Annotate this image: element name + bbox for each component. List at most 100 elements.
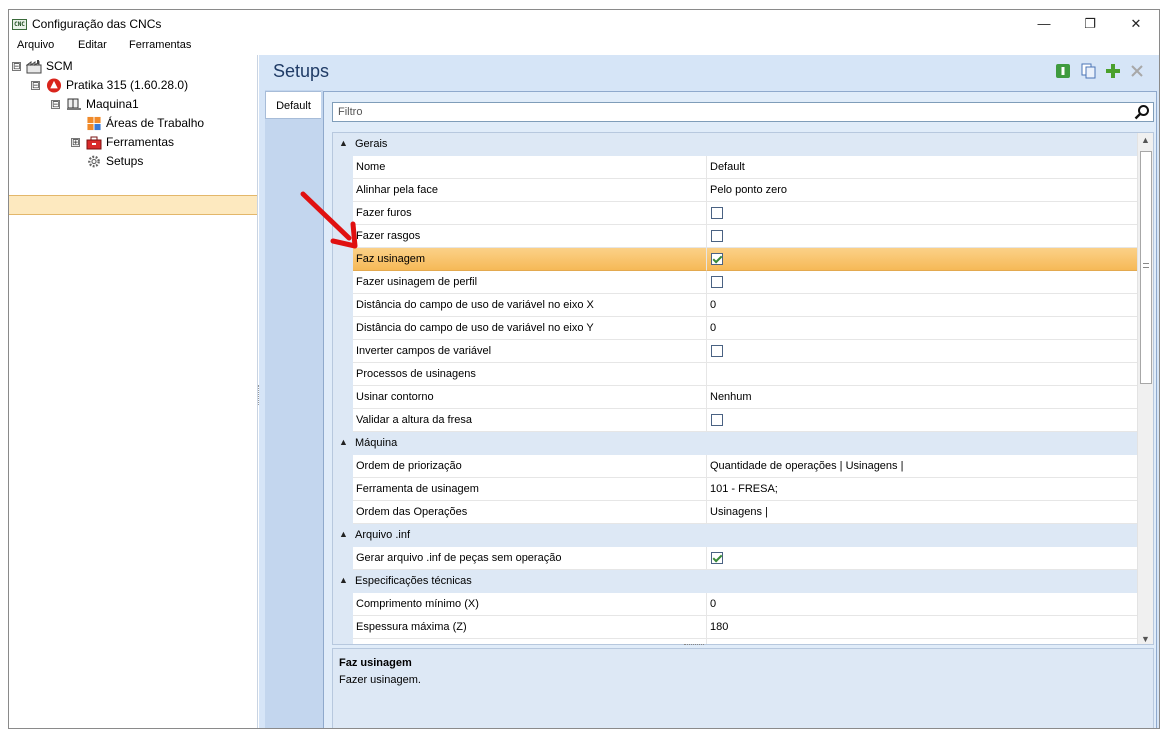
- property-value[interactable]: Pelo ponto zero: [707, 179, 1139, 202]
- property-name: Alinhar pela face: [353, 179, 707, 202]
- app-icon: CNC: [12, 19, 27, 30]
- checkbox[interactable]: [711, 414, 723, 426]
- property-value[interactable]: [707, 248, 1139, 271]
- row-gutter: [333, 501, 353, 524]
- checkbox[interactable]: [711, 207, 723, 219]
- property-name: Ordem de priorização: [353, 455, 707, 478]
- tree-node-areas[interactable]: Áreas de Trabalho: [9, 114, 257, 133]
- property-row[interactable]: Fazer rasgos: [333, 225, 1139, 248]
- property-value[interactable]: [707, 639, 1139, 644]
- property-name: Inverter campos de variável: [353, 340, 707, 363]
- property-value[interactable]: 0: [707, 294, 1139, 317]
- collapse-icon[interactable]: ⊟: [31, 81, 40, 90]
- property-value[interactable]: [707, 340, 1139, 363]
- row-gutter: [333, 294, 353, 317]
- property-value[interactable]: [707, 225, 1139, 248]
- property-row[interactable]: Fazer furos: [333, 202, 1139, 225]
- menu-arquivo[interactable]: Arquivo: [17, 39, 54, 51]
- tree-node-scm[interactable]: ⊟ SCM: [9, 57, 257, 76]
- category-maquina[interactable]: ▲ Máquina: [333, 432, 1139, 455]
- property-row[interactable]: Comprimento mínimo (X) 0: [333, 593, 1139, 616]
- collapse-icon[interactable]: ⊟: [12, 62, 21, 71]
- checkbox[interactable]: [711, 253, 723, 265]
- menu-editar[interactable]: Editar: [78, 39, 107, 51]
- property-row[interactable]: Ordem das Operações Usinagens |: [333, 501, 1139, 524]
- category-gerais[interactable]: ▲ Gerais: [333, 133, 1139, 156]
- category-label: Especificações técnicas: [355, 575, 472, 587]
- property-value[interactable]: [707, 363, 1139, 386]
- add-icon[interactable]: [1105, 63, 1121, 79]
- property-value[interactable]: Nenhum: [707, 386, 1139, 409]
- search-icon[interactable]: [1134, 104, 1150, 120]
- property-value[interactable]: 0: [707, 593, 1139, 616]
- help-title: Faz usinagem: [339, 657, 412, 669]
- property-value[interactable]: [707, 202, 1139, 225]
- scroll-up-icon[interactable]: ▲: [1141, 135, 1150, 145]
- property-row[interactable]: Espessura máxima (Z) 180: [333, 616, 1139, 639]
- property-row[interactable]: Inverter campos de variável: [333, 340, 1139, 363]
- checkbox[interactable]: [711, 345, 723, 357]
- minimize-button[interactable]: —: [1021, 10, 1067, 37]
- tree-node-pratika[interactable]: ⊟ Pratika 315 (1.60.28.0): [9, 76, 257, 95]
- property-value[interactable]: Usinagens |: [707, 501, 1139, 524]
- property-value[interactable]: 180: [707, 616, 1139, 639]
- property-editor: Filtro ▲ Gerais Nome Default Alinhar pel…: [323, 91, 1157, 728]
- property-value[interactable]: [707, 547, 1139, 570]
- tree-label: Pratika 315 (1.60.28.0): [66, 78, 189, 92]
- property-row[interactable]: Processos de usinagens: [333, 363, 1139, 386]
- checkbox[interactable]: [711, 276, 723, 288]
- collapse-caret-icon[interactable]: ▲: [339, 529, 348, 539]
- property-value[interactable]: [707, 409, 1139, 432]
- property-row[interactable]: Validar a altura da fresa: [333, 409, 1139, 432]
- vertical-scrollbar[interactable]: ▲ ▼: [1137, 133, 1153, 644]
- tree-label: Ferramentas: [106, 135, 175, 149]
- menu-ferramentas[interactable]: Ferramentas: [129, 39, 191, 51]
- checkbox[interactable]: [711, 230, 723, 242]
- close-button[interactable]: ✕: [1113, 10, 1159, 37]
- info-icon[interactable]: [1055, 63, 1071, 79]
- property-name: Faz usinagem: [353, 248, 707, 271]
- property-value[interactable]: Quantidade de operações | Usinagens |: [707, 455, 1139, 478]
- tree-label: Áreas de Trabalho: [106, 116, 205, 130]
- tree-node-maquina1[interactable]: ⊟ Maquina1: [9, 95, 257, 114]
- tree-label: Setups: [106, 154, 144, 168]
- title-bar: CNC Configuração das CNCs — ❐ ✕: [9, 10, 1159, 37]
- scroll-down-icon[interactable]: ▼: [1141, 634, 1150, 644]
- tab-default[interactable]: Default: [265, 91, 321, 119]
- delete-icon[interactable]: [1129, 63, 1145, 79]
- category-arquivo-inf[interactable]: ▲ Arquivo .inf: [333, 524, 1139, 547]
- window-title: Configuração das CNCs: [32, 17, 162, 31]
- collapse-caret-icon[interactable]: ▲: [339, 138, 348, 148]
- collapse-icon[interactable]: ⊟: [51, 100, 60, 109]
- property-row-selected[interactable]: Faz usinagem: [333, 248, 1139, 271]
- filter-input[interactable]: Filtro: [332, 102, 1154, 122]
- scroll-thumb[interactable]: [1140, 151, 1152, 384]
- work-areas-icon: [87, 116, 101, 131]
- collapse-caret-icon[interactable]: ▲: [339, 575, 348, 585]
- checkbox[interactable]: [711, 552, 723, 564]
- property-row[interactable]: Distância do campo de uso de variável no…: [333, 294, 1139, 317]
- property-name: Comprimento mínimo (X): [353, 593, 707, 616]
- maximize-button[interactable]: ❐: [1067, 10, 1113, 37]
- tree-node-setups[interactable]: Setups: [9, 152, 257, 171]
- property-row-partial[interactable]: [333, 639, 1139, 644]
- category-especificacoes[interactable]: ▲ Especificações técnicas: [333, 570, 1139, 593]
- help-splitter[interactable]: [684, 644, 704, 647]
- property-value[interactable]: 101 - FRESA;: [707, 478, 1139, 501]
- property-row[interactable]: Ferramenta de usinagem 101 - FRESA;: [333, 478, 1139, 501]
- copy-icon[interactable]: [1081, 63, 1097, 79]
- property-row[interactable]: Distância do campo de uso de variável no…: [333, 317, 1139, 340]
- property-row[interactable]: Ordem de priorização Quantidade de opera…: [333, 455, 1139, 478]
- expand-icon[interactable]: ⊞: [71, 138, 80, 147]
- property-row[interactable]: Gerar arquivo .inf de peças sem operação: [333, 547, 1139, 570]
- property-row[interactable]: Nome Default: [333, 156, 1139, 179]
- property-row[interactable]: Fazer usinagem de perfil: [333, 271, 1139, 294]
- property-value[interactable]: 0: [707, 317, 1139, 340]
- property-value[interactable]: [707, 271, 1139, 294]
- tree-node-ferramentas[interactable]: ⊞ Ferramentas: [9, 133, 257, 152]
- collapse-caret-icon[interactable]: ▲: [339, 437, 348, 447]
- factory-icon: [26, 60, 42, 74]
- property-value[interactable]: Default: [707, 156, 1139, 179]
- property-row[interactable]: Alinhar pela face Pelo ponto zero: [333, 179, 1139, 202]
- property-row[interactable]: Usinar contorno Nenhum: [333, 386, 1139, 409]
